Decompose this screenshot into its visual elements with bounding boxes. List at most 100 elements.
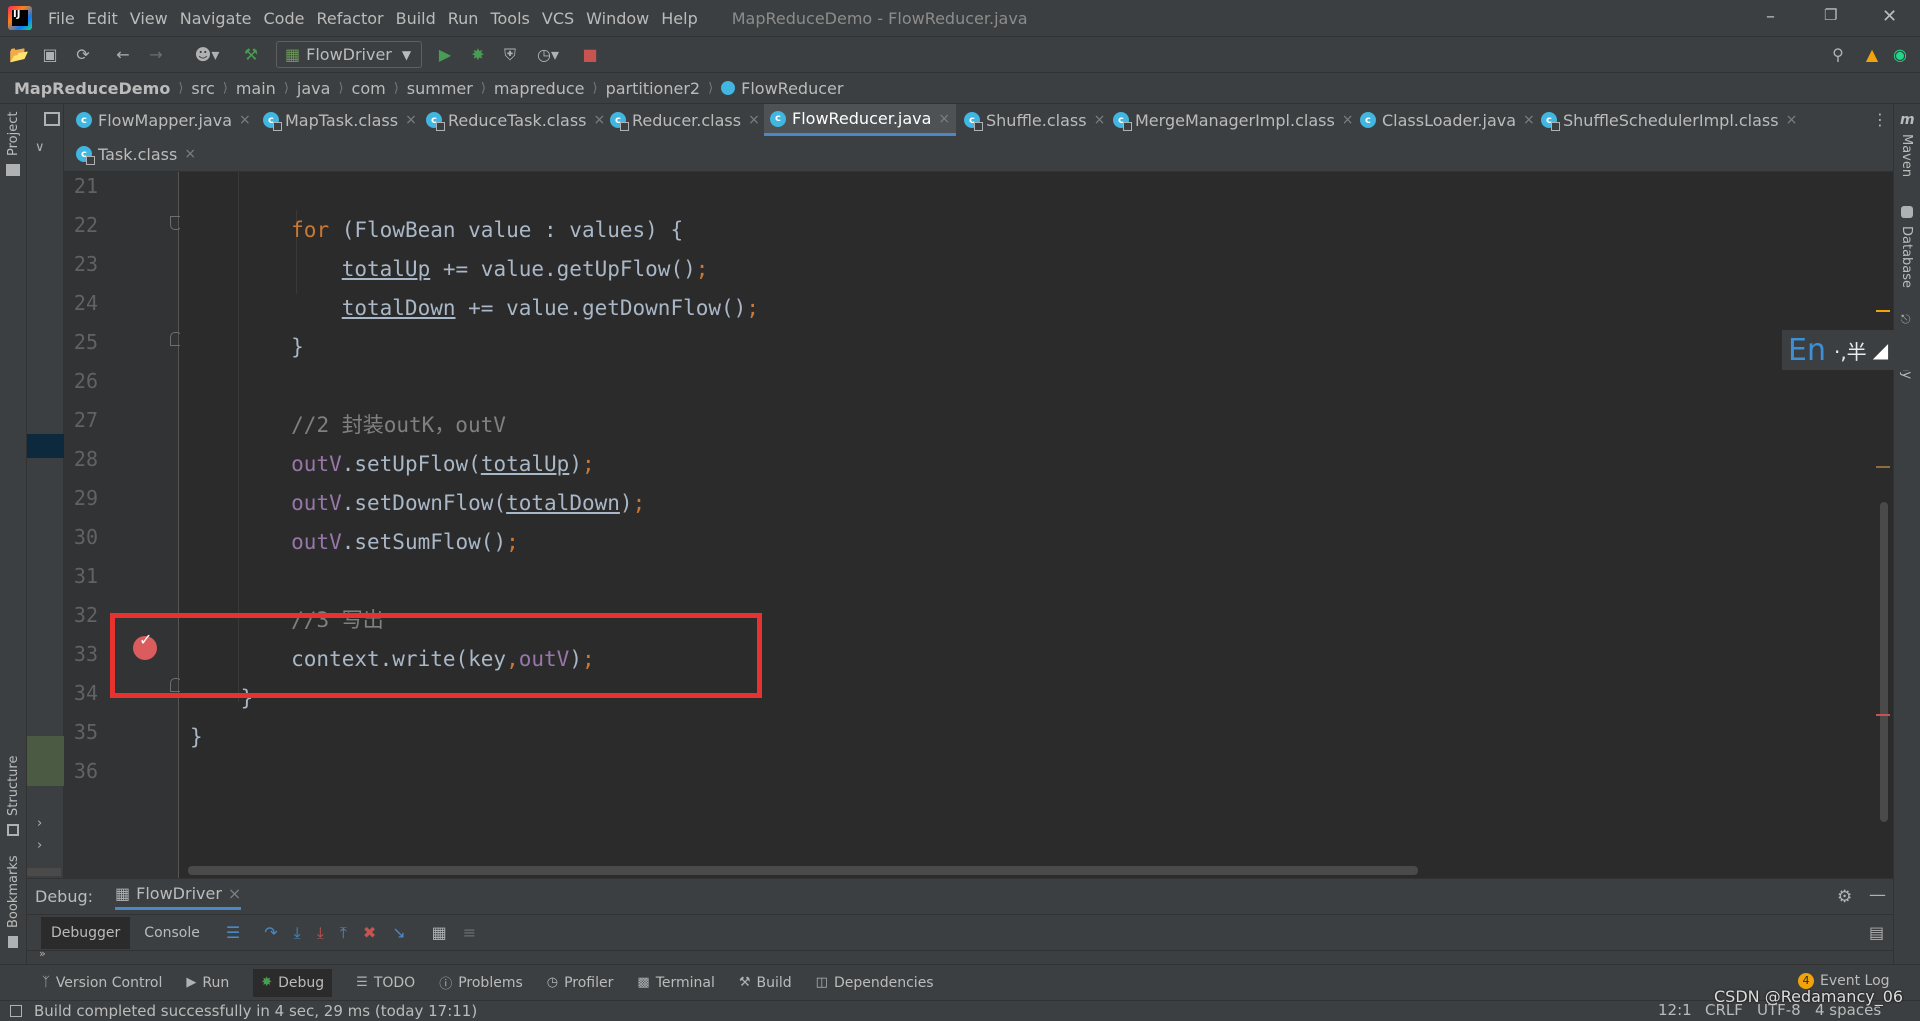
step-over-icon[interactable]: ↷ bbox=[264, 923, 277, 942]
menu-view[interactable]: View bbox=[130, 9, 168, 28]
menu-window[interactable]: Window bbox=[586, 9, 649, 28]
more-tabs-icon[interactable]: ⋮ bbox=[1872, 110, 1888, 129]
breadcrumb-mapreduce[interactable]: mapreduce bbox=[494, 79, 585, 98]
breadcrumb-com[interactable]: com bbox=[352, 79, 386, 98]
coverage-icon[interactable]: ⛨ bbox=[500, 45, 520, 65]
step-out-icon[interactable]: ⤒ bbox=[340, 923, 347, 943]
tab-task[interactable]: c Task.class × bbox=[70, 138, 202, 170]
minimize-button[interactable]: – bbox=[1766, 6, 1775, 27]
close-icon[interactable]: × bbox=[228, 884, 241, 903]
code-line[interactable]: outV.setUpFlow(totalUp); bbox=[190, 445, 594, 484]
breadcrumb-main[interactable]: main bbox=[236, 79, 276, 98]
build-hammer-icon[interactable]: ⚒ bbox=[241, 45, 261, 65]
chevron-right-icon[interactable]: › bbox=[37, 816, 42, 831]
update-icon[interactable]: ▲ bbox=[1862, 45, 1882, 65]
run-configuration-select[interactable]: ▦ FlowDriver ▼ bbox=[276, 41, 422, 68]
warning-marker[interactable] bbox=[1876, 310, 1890, 312]
tab-reducer[interactable]: c Reducer.class × bbox=[604, 104, 766, 136]
close-icon[interactable]: × bbox=[405, 112, 417, 128]
breadcrumb-src[interactable]: src bbox=[191, 79, 214, 98]
tool-profiler[interactable]: ◷ Profiler bbox=[547, 975, 614, 991]
close-button[interactable]: ✕ bbox=[1882, 6, 1897, 27]
bookmark-icon[interactable] bbox=[8, 936, 18, 948]
maven-icon[interactable]: m bbox=[1900, 112, 1915, 128]
weak-warning-marker[interactable] bbox=[1876, 466, 1890, 468]
status-message[interactable]: Build completed successfully in 4 sec, 2… bbox=[34, 1002, 477, 1020]
layout-icon[interactable]: ☰ bbox=[226, 923, 240, 942]
structure-tool-tab[interactable]: Structure bbox=[6, 756, 21, 816]
force-step-into-icon[interactable]: ⤓ bbox=[317, 923, 324, 943]
close-icon[interactable]: × bbox=[184, 146, 196, 162]
structure-tool-icon[interactable] bbox=[7, 824, 19, 836]
close-icon[interactable]: × bbox=[1094, 112, 1106, 128]
forward-icon[interactable]: → bbox=[146, 45, 166, 65]
chevron-down-icon[interactable]: ∨ bbox=[35, 140, 45, 155]
back-icon[interactable]: ← bbox=[113, 45, 133, 65]
sync-icon[interactable]: ⟳ bbox=[73, 45, 93, 65]
tab-console[interactable]: Console bbox=[144, 925, 200, 941]
menu-code[interactable]: Code bbox=[264, 9, 305, 28]
tab-shuffleschedulerimpl[interactable]: c ShuffleSchedulerImpl.class × bbox=[1535, 104, 1803, 136]
tool-terminal[interactable]: ▩ Terminal bbox=[637, 975, 714, 991]
tool-build[interactable]: ⚒ Build bbox=[739, 975, 792, 991]
close-icon[interactable]: × bbox=[239, 112, 251, 128]
menu-tools[interactable]: Tools bbox=[490, 9, 529, 28]
horizontal-scrollbar[interactable] bbox=[188, 866, 1418, 875]
tool-problems[interactable]: ⓘ Problems bbox=[439, 973, 523, 993]
tab-flowreducer[interactable]: c FlowReducer.java × bbox=[764, 104, 957, 136]
trace-icon[interactable]: ≡ bbox=[463, 923, 476, 942]
plugin-icon[interactable]: ◉ bbox=[1890, 45, 1910, 65]
code-line[interactable]: outV.setDownFlow(totalDown); bbox=[190, 484, 645, 523]
bookmarks-tool-tab[interactable]: Bookmarks bbox=[6, 855, 21, 928]
open-icon[interactable]: 📂 bbox=[9, 45, 29, 65]
code-line[interactable]: //2 封装outK，outV bbox=[190, 406, 506, 445]
expand-icon[interactable]: » bbox=[39, 947, 46, 960]
code-line[interactable]: } bbox=[190, 718, 203, 757]
menu-refactor[interactable]: Refactor bbox=[316, 9, 383, 28]
breadcrumb-java[interactable]: java bbox=[297, 79, 331, 98]
close-icon[interactable]: × bbox=[1786, 112, 1798, 128]
close-icon[interactable]: × bbox=[1342, 112, 1354, 128]
save-icon[interactable]: ▣ bbox=[40, 45, 60, 65]
tab-debugger[interactable]: Debugger bbox=[41, 916, 131, 949]
tool-version-control[interactable]: ᛉ Version Control bbox=[42, 975, 162, 991]
tool-todo[interactable]: ☰ TODO bbox=[356, 975, 415, 991]
code-line[interactable]: outV.setSumFlow(); bbox=[190, 523, 519, 562]
status-toggle-icon[interactable] bbox=[10, 1005, 22, 1017]
editor-gutter[interactable]: 21 22 23 24 25 26 27 28 29 30 31 32 33 3… bbox=[64, 172, 182, 878]
breadcrumb-partitioner2[interactable]: partitioner2 bbox=[606, 79, 701, 98]
project-tool-tab[interactable]: Project bbox=[6, 112, 21, 156]
menu-run[interactable]: Run bbox=[448, 9, 479, 28]
close-icon[interactable]: × bbox=[938, 111, 950, 127]
menu-edit[interactable]: Edit bbox=[87, 9, 118, 28]
breadcrumb-project[interactable]: MapReduceDemo bbox=[14, 79, 170, 98]
menu-build[interactable]: Build bbox=[396, 9, 436, 28]
breadcrumb-summer[interactable]: summer bbox=[407, 79, 473, 98]
close-icon[interactable]: × bbox=[1523, 112, 1535, 128]
breadcrumb-class[interactable]: FlowReducer bbox=[741, 79, 843, 98]
tool-debug[interactable]: ✸ Debug bbox=[253, 968, 333, 997]
evaluate-icon[interactable]: ▦ bbox=[432, 923, 447, 942]
tab-shuffle[interactable]: c Shuffle.class × bbox=[958, 104, 1111, 136]
run-icon[interactable]: ▶ bbox=[435, 45, 455, 65]
code-line[interactable]: for (FlowBean value : values) { bbox=[190, 211, 683, 250]
tab-flowmapper[interactable]: c FlowMapper.java × bbox=[70, 104, 257, 136]
profile-icon[interactable]: ◷▾ bbox=[530, 45, 566, 65]
debug-session-tab[interactable]: ▦ FlowDriver × bbox=[115, 884, 242, 910]
menu-help[interactable]: Help bbox=[661, 9, 697, 28]
project-view-icon[interactable] bbox=[44, 112, 60, 126]
minimize-panel-icon[interactable]: — bbox=[1869, 885, 1886, 905]
code-line[interactable]: totalUp += value.getUpFlow(); bbox=[190, 250, 709, 289]
vertical-scrollbar[interactable] bbox=[1880, 502, 1888, 822]
tab-maptask[interactable]: c MapTask.class × bbox=[257, 104, 423, 136]
restore-layout-icon[interactable]: ▤ bbox=[1869, 923, 1884, 942]
search-icon[interactable]: ⚲ bbox=[1828, 45, 1848, 65]
breakpoint-marker[interactable] bbox=[1876, 714, 1890, 716]
vcs-user-icon[interactable]: ☻▾ bbox=[190, 45, 224, 65]
chevron-right-icon[interactable]: › bbox=[37, 838, 42, 853]
scrollbar[interactable] bbox=[27, 868, 61, 876]
code-editor[interactable]: for (FlowBean value : values) { totalUp … bbox=[180, 172, 1893, 878]
drop-frame-icon[interactable]: ✖ bbox=[363, 923, 376, 942]
menu-navigate[interactable]: Navigate bbox=[180, 9, 252, 28]
debug-icon[interactable]: ✸ bbox=[468, 45, 488, 65]
